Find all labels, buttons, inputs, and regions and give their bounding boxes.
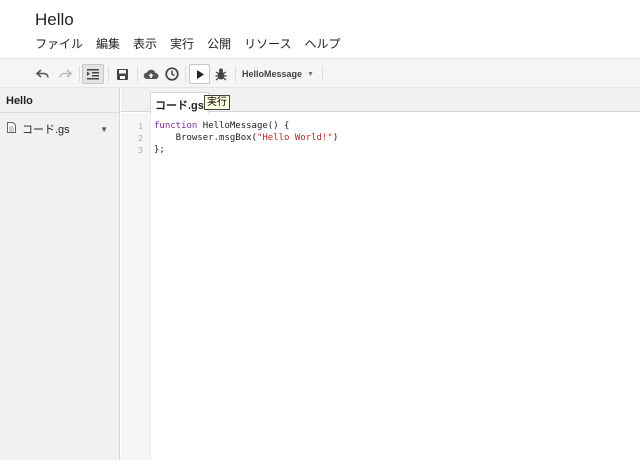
toolbar-divider — [137, 66, 138, 82]
toolbar-divider — [322, 66, 323, 82]
debug-bug-icon[interactable] — [212, 64, 230, 84]
indent-icon[interactable] — [82, 64, 104, 84]
toolbar-divider — [235, 66, 236, 82]
code-token: HelloMessage() { — [197, 121, 290, 131]
toolbar-divider — [108, 66, 109, 82]
line-number: 3 — [138, 146, 143, 155]
toolbar: HelloMessage ▼ — [0, 58, 640, 88]
file-item[interactable]: コード.gs ▼ — [0, 120, 118, 138]
title-bar: Hello ファイル 編集 表示 実行 公開 リソース ヘルプ — [0, 0, 640, 58]
undo-icon[interactable] — [35, 64, 51, 84]
tab-code-gs[interactable]: コード.gs — [150, 92, 209, 113]
menu-bar: ファイル 編集 表示 実行 公開 リソース ヘルプ — [35, 35, 354, 52]
triggers-clock-icon[interactable] — [163, 64, 181, 84]
menu-resources[interactable]: リソース — [244, 35, 291, 52]
file-sidebar: Hello コード.gs ▼ — [0, 88, 120, 460]
menu-run[interactable]: 実行 — [170, 35, 194, 52]
toolbar-divider — [185, 66, 186, 82]
code-line-3: }; — [154, 144, 338, 156]
menu-file[interactable]: ファイル — [35, 35, 83, 52]
redo-icon[interactable] — [57, 64, 73, 84]
document-icon — [7, 122, 16, 136]
file-name: コード.gs — [22, 124, 70, 136]
project-title[interactable]: Hello — [35, 10, 74, 30]
file-menu-arrow-icon[interactable]: ▼ — [100, 125, 108, 134]
toolbar-divider — [79, 66, 80, 82]
sidebar-project-title: Hello — [0, 88, 119, 113]
code-token: }; — [154, 145, 165, 155]
keyword-token: function — [154, 121, 198, 131]
menu-publish[interactable]: 公開 — [207, 35, 231, 52]
editor-area: コード.gs 実行 1 2 3 function HelloMessage() … — [121, 88, 640, 460]
menu-help[interactable]: ヘルプ — [304, 35, 340, 52]
deploy-cloud-icon[interactable] — [141, 64, 161, 84]
run-tooltip: 実行 — [204, 95, 230, 110]
line-number: 2 — [138, 134, 143, 143]
code-line-1: function HelloMessage() { — [154, 120, 338, 132]
save-icon[interactable] — [113, 64, 131, 84]
tab-strip: コード.gs 実行 — [121, 88, 640, 113]
line-number-gutter: 1 2 3 — [121, 113, 151, 460]
function-select[interactable]: HelloMessage ▼ — [242, 64, 314, 84]
code-editor[interactable]: function HelloMessage() { Browser.msgBox… — [154, 120, 338, 156]
code-line-2: Browser.msgBox("Hello World!") — [154, 132, 339, 144]
code-token: Browser.msgBox( — [154, 133, 257, 143]
line-number: 1 — [138, 122, 143, 131]
chevron-down-icon: ▼ — [307, 70, 314, 78]
string-token: "Hello World!" — [256, 133, 333, 143]
code-token: ) — [332, 133, 339, 143]
menu-edit[interactable]: 編集 — [96, 35, 120, 52]
menu-view[interactable]: 表示 — [133, 35, 157, 52]
run-icon[interactable] — [189, 64, 210, 84]
function-select-value: HelloMessage — [242, 69, 303, 79]
